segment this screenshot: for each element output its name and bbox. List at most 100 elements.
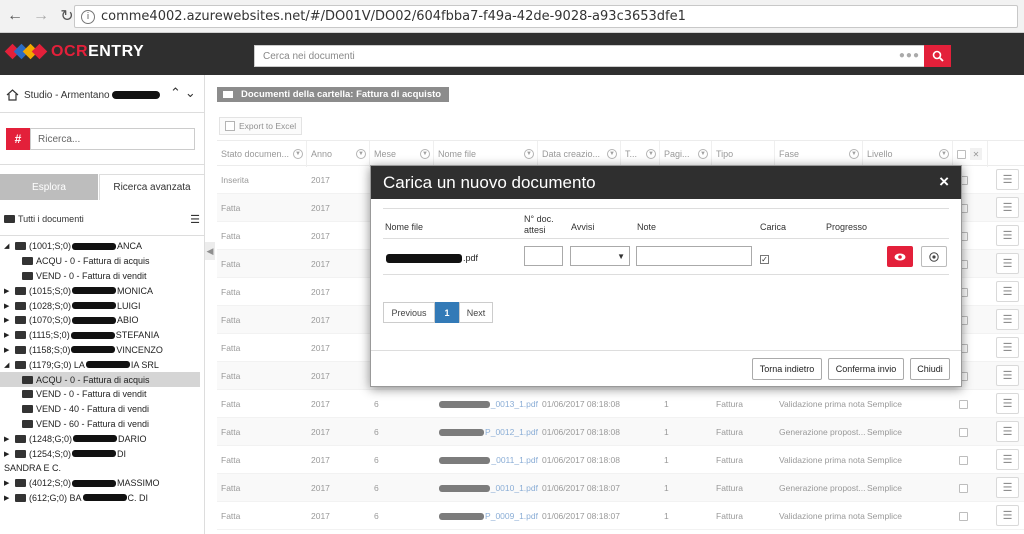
- tree-subfolder[interactable]: ACQU - 0 - Fattura di acquis: [0, 254, 200, 269]
- expand-icon[interactable]: ▶: [4, 435, 12, 443]
- tree-subfolder[interactable]: VEND - 60 - Fattura di vendi: [0, 417, 200, 432]
- tree-client[interactable]: ▶ (1254;S;0) DI: [0, 446, 200, 461]
- more-icon[interactable]: ●●●: [899, 50, 920, 61]
- back-button[interactable]: Torna indietro: [752, 358, 822, 380]
- tree-client[interactable]: ◢ (1001;S;0) ANCA: [0, 239, 200, 254]
- expand-icon[interactable]: ▶: [4, 479, 12, 487]
- address-bar[interactable]: i comme4002.azurewebsites.net/#/DO01V/DO…: [74, 5, 1018, 28]
- tree-subfolder[interactable]: ACQU - 0 - Fattura di acquis: [0, 372, 200, 387]
- tree-item-label: (1001;S;0): [29, 241, 72, 252]
- tree-item-label: (1115;S;0): [29, 330, 70, 341]
- expand-icon[interactable]: ▶: [4, 331, 12, 339]
- col-carica: Carica: [760, 222, 787, 232]
- tree-item-label: VEND - 60 - Fattura di vendi: [36, 418, 150, 429]
- redaction: [72, 302, 117, 310]
- forward-icon[interactable]: →: [30, 5, 52, 27]
- back-icon[interactable]: ←: [4, 5, 26, 27]
- browser-toolbar: ← → ↻ i comme4002.azurewebsites.net/#/DO…: [0, 0, 1024, 33]
- stop-icon: [929, 251, 939, 262]
- folder-icon: [15, 493, 26, 502]
- col-note: Note: [637, 222, 657, 232]
- tree-item-label: ACQU - 0 - Fattura di acquis: [36, 256, 150, 267]
- redaction: [70, 331, 115, 339]
- menu-icon[interactable]: ☰: [190, 213, 200, 226]
- folder-icon: [4, 215, 15, 223]
- col-progresso: Progresso: [826, 222, 868, 232]
- folder-icon: [15, 449, 26, 458]
- tree-item-label-tail: IA SRL: [130, 359, 159, 370]
- folder-icon: [15, 286, 26, 295]
- tree-client[interactable]: ▶ (4012;S;0) MASSIMO: [0, 476, 200, 491]
- col-nome-file: Nome file: [385, 222, 424, 232]
- tree-item-label: ACQU - 0 - Fattura di acquis: [36, 374, 150, 385]
- sidebar-search-input[interactable]: Ricerca...: [30, 128, 195, 150]
- hash-button[interactable]: #: [6, 128, 30, 150]
- tree-item-label-tail: DARIO: [118, 433, 147, 444]
- expand-icon[interactable]: ▶: [4, 316, 12, 324]
- tree-subfolder[interactable]: VEND - 0 - Fattura di vendit: [0, 387, 200, 402]
- tree-client[interactable]: ▶ (1158;S;0) VINCENZO: [0, 343, 200, 358]
- tree-item-label-tail: LUIGI: [117, 300, 141, 311]
- avvisi-select[interactable]: ▼: [570, 246, 630, 266]
- folder-tree: ◢ (1001;S;0) ANCA ACQU - 0 - Fattura di acq…: [0, 239, 200, 505]
- expand-icon[interactable]: ▶: [4, 494, 12, 502]
- divider: [0, 235, 205, 236]
- tab-ricerca-avanzata[interactable]: Ricerca avanzata: [99, 174, 205, 200]
- studio-nav-arrows[interactable]: ⌃⌄: [170, 85, 200, 101]
- tab-esplora[interactable]: Esplora: [0, 174, 98, 200]
- file-extension: .pdf: [463, 253, 479, 263]
- info-icon[interactable]: i: [81, 9, 95, 24]
- chevron-up-icon[interactable]: ⌃: [170, 85, 185, 100]
- previous-page-button[interactable]: Previous: [383, 302, 435, 323]
- divider: [0, 164, 205, 165]
- tree-client[interactable]: ▶ (1015;S;0) MONICA: [0, 283, 200, 298]
- cancel-upload-button[interactable]: [921, 246, 947, 267]
- preview-button[interactable]: [887, 246, 913, 267]
- tree-client[interactable]: ▶ (1248;G;0) DARIO: [0, 431, 200, 446]
- tree-subfolder[interactable]: VEND - 0 - Fattura di vendit: [0, 269, 200, 284]
- collapse-icon[interactable]: ◢: [4, 361, 12, 369]
- note-input[interactable]: [636, 246, 752, 266]
- sidebar-search-placeholder: Ricerca...: [38, 133, 81, 145]
- tree-subfolder[interactable]: VEND - 40 - Fattura di vendi: [0, 402, 200, 417]
- confirm-send-button[interactable]: Conferma invio: [828, 358, 904, 380]
- tree-client[interactable]: ▶ (1115;S;0) STEFANIA: [0, 328, 200, 343]
- chevron-down-icon[interactable]: ⌄: [185, 85, 200, 100]
- global-search-input[interactable]: Cerca nei documenti ●●●: [254, 45, 951, 67]
- tree-item-label-tail: ANCA: [117, 241, 143, 252]
- tree-item-label: SANDRA E C.: [4, 463, 62, 474]
- redaction: [72, 479, 117, 487]
- doc-attesi-input[interactable]: [524, 246, 563, 266]
- expand-icon[interactable]: ▶: [4, 450, 12, 458]
- tree-item-label: VEND - 40 - Fattura di vendi: [36, 404, 150, 415]
- folder-icon: [15, 316, 26, 325]
- folder-icon: [22, 419, 33, 428]
- carica-checkbox[interactable]: ✓: [760, 255, 769, 264]
- tree-client[interactable]: ◢ (1179;G;0) LA IA SRL: [0, 357, 200, 372]
- eye-icon: [894, 253, 906, 260]
- logo[interactable]: OCRENTRY: [4, 43, 144, 61]
- redaction: [111, 91, 160, 99]
- search-button[interactable]: [924, 45, 951, 67]
- expand-icon[interactable]: ▶: [4, 287, 12, 295]
- tree-item-label: (1248;G;0): [29, 433, 73, 444]
- tree-client[interactable]: ▶ (612;G;0) BA C. DI: [0, 491, 200, 506]
- tree-client[interactable]: SANDRA E C.: [0, 461, 200, 476]
- studio-selector[interactable]: Studio - Armentano: [6, 89, 160, 101]
- expand-icon[interactable]: ▶: [4, 346, 12, 354]
- url-text: comme4002.azurewebsites.net/#/DO01V/DO02…: [101, 9, 686, 24]
- folder-icon: [15, 242, 26, 251]
- next-page-button[interactable]: Next: [459, 302, 493, 323]
- redaction: [72, 316, 117, 324]
- tree-item-label: (1179;G;0) LA: [29, 359, 85, 370]
- close-button[interactable]: Chiudi: [910, 358, 950, 380]
- tree-item-label: VEND - 0 - Fattura di vendit: [36, 389, 147, 400]
- close-icon[interactable]: ×: [939, 172, 949, 192]
- tree-item-label-tail: MASSIMO: [117, 478, 160, 489]
- tree-client[interactable]: ▶ (1028;S;0) LUIGI: [0, 298, 200, 313]
- expand-icon[interactable]: ▶: [4, 302, 12, 310]
- page-1-button[interactable]: 1: [435, 302, 459, 323]
- collapse-icon[interactable]: ◢: [4, 242, 12, 250]
- tree-client[interactable]: ▶ (1070;S;0) ABIO: [0, 313, 200, 328]
- all-documents-link[interactable]: Tutti i documenti ☰: [4, 213, 202, 226]
